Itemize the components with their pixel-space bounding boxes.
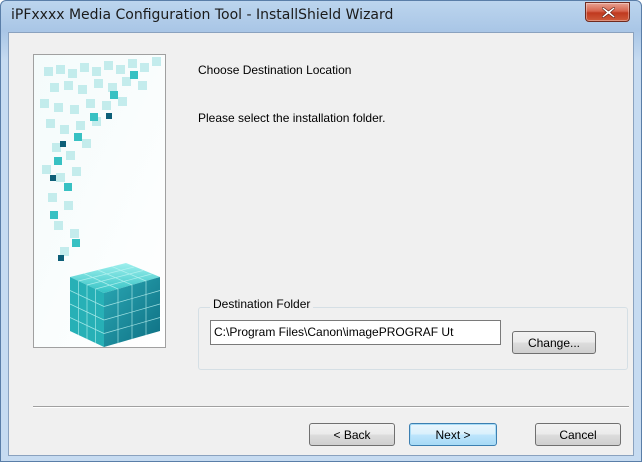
installer-window: iPFxxxx Media Configuration Tool - Insta…	[0, 0, 642, 462]
destination-path-field[interactable]: C:\Program Files\Canon\imagePROGRAF Ut	[210, 320, 501, 345]
title-bar[interactable]: iPFxxxx Media Configuration Tool - Insta…	[1, 1, 641, 32]
cubes-illustration	[34, 55, 165, 347]
footer-separator	[33, 406, 629, 408]
destination-folder-label: Destination Folder	[210, 297, 314, 311]
close-button[interactable]	[585, 2, 630, 22]
back-button[interactable]: < Back	[309, 423, 395, 446]
next-button[interactable]: Next >	[409, 423, 497, 446]
close-icon	[602, 7, 615, 18]
wizard-client-area: Choose Destination Location Please selec…	[8, 32, 634, 456]
page-heading: Choose Destination Location	[198, 63, 352, 77]
change-folder-button[interactable]: Change...	[512, 331, 596, 354]
page-instruction: Please select the installation folder.	[198, 111, 386, 125]
window-title: iPFxxxx Media Configuration Tool - Insta…	[11, 7, 394, 23]
cancel-button[interactable]: Cancel	[535, 423, 621, 446]
wizard-side-graphic	[33, 54, 166, 348]
